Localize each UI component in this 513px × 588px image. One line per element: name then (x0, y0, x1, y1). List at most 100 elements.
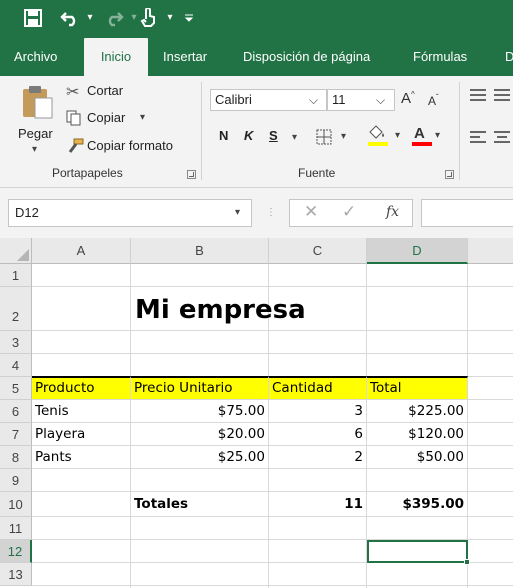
undo-icon[interactable] (60, 6, 84, 30)
header-cantidad[interactable]: Cantidad (269, 376, 367, 400)
row-header-7[interactable]: 7 (0, 423, 32, 446)
copy-label: Copiar (87, 110, 126, 125)
italic-button[interactable]: K (244, 128, 253, 143)
tab-insertar[interactable]: Insertar (163, 38, 207, 76)
paint-bucket-icon (369, 125, 384, 139)
font-color-swatch (412, 142, 432, 146)
font-color-icon: A (414, 125, 425, 142)
borders-button[interactable]: ▾ (316, 127, 350, 147)
cancel-entry-icon[interactable]: ✕ (304, 202, 318, 222)
row-header-13[interactable]: 13 (0, 563, 32, 586)
paste-dropdown-icon[interactable]: ▾ (32, 144, 37, 155)
insert-function-icon[interactable]: fx (386, 204, 399, 220)
row-header-8[interactable]: 8 (0, 446, 32, 469)
tab-disposicion-de-pagina[interactable]: Disposición de página (243, 38, 370, 76)
font-size-select[interactable]: 11 ⌵ (327, 89, 395, 111)
font-name-value: Calibri (215, 92, 252, 107)
clipboard-icon (23, 86, 53, 119)
column-header-b[interactable]: B (131, 238, 269, 264)
active-cell-d12[interactable] (367, 540, 468, 563)
bold-button[interactable]: N (219, 128, 228, 143)
touch-mode-icon[interactable] (140, 6, 162, 30)
row-header-12[interactable]: 12 (0, 540, 32, 563)
column-header-c[interactable]: C (269, 238, 367, 264)
cell-precio[interactable]: $75.00 (131, 400, 269, 423)
cell-producto[interactable]: Playera (32, 423, 131, 446)
column-header-d[interactable]: D (367, 238, 468, 264)
row-header-1[interactable]: 1 (0, 264, 32, 287)
row-header-4[interactable]: 4 (0, 354, 32, 377)
formula-input[interactable] (421, 199, 513, 227)
name-box-dropdown-icon[interactable]: ▾ (235, 200, 240, 226)
cell-cantidad[interactable]: 6 (269, 423, 367, 446)
align-left-icon[interactable] (470, 131, 486, 143)
formula-bar-grip-icon: ⋮ (266, 207, 276, 218)
underline-button[interactable]: S (269, 128, 278, 143)
clipboard-launcher-icon[interactable] (187, 170, 196, 179)
ribbon-tabs: Archivo Inicio Insertar Disposición de p… (0, 38, 513, 76)
undo-dropdown-icon[interactable]: ▾ (84, 6, 96, 30)
font-name-dropdown-icon[interactable]: ⌵ (309, 90, 318, 110)
cell-precio[interactable]: $25.00 (131, 446, 269, 469)
cell-producto[interactable]: Tenis (32, 400, 131, 423)
cut-label: Cortar (87, 83, 124, 98)
row-header-10[interactable]: 10 (0, 492, 32, 517)
font-color-dropdown-icon[interactable]: ▾ (435, 130, 440, 141)
cell-total[interactable]: $50.00 (367, 446, 468, 469)
totals-total[interactable]: $395.00 (367, 492, 468, 517)
cell-precio[interactable]: $20.00 (131, 423, 269, 446)
row-header-9[interactable]: 9 (0, 469, 32, 492)
row-header-3[interactable]: 3 (0, 331, 32, 354)
font-launcher-icon[interactable] (445, 170, 454, 179)
copy-dropdown-icon[interactable]: ▾ (140, 112, 145, 123)
font-size-value: 11 (332, 92, 346, 107)
font-name-select[interactable]: Calibri ⌵ (210, 89, 327, 111)
totals-label[interactable]: Totales (131, 492, 269, 517)
copy-icon (66, 110, 81, 126)
redo-icon[interactable] (104, 6, 128, 30)
align-top-icon[interactable] (470, 89, 486, 101)
paste-label: Pegar (18, 126, 53, 141)
header-precio-unitario[interactable]: Precio Unitario (131, 376, 269, 400)
save-icon[interactable] (24, 6, 46, 30)
totals-cantidad[interactable]: 11 (269, 492, 367, 517)
borders-dropdown-icon[interactable]: ▾ (341, 131, 346, 142)
cell-total[interactable]: $225.00 (367, 400, 468, 423)
sheet-title[interactable]: Mi empresa (135, 295, 306, 325)
font-color-button[interactable]: A ▾ (411, 125, 447, 149)
cell-cantidad[interactable]: 2 (269, 446, 367, 469)
cell-total[interactable]: $120.00 (367, 423, 468, 446)
header-total[interactable]: Total (367, 376, 468, 400)
copy-button[interactable]: Copiar ▾ (66, 109, 156, 129)
name-box[interactable]: D12 ▾ (8, 199, 252, 227)
fill-color-button[interactable]: ▾ (367, 125, 407, 149)
font-size-dropdown-icon[interactable]: ⌵ (376, 90, 385, 110)
confirm-entry-icon[interactable]: ✓ (342, 202, 356, 222)
align-center-h-icon[interactable] (494, 131, 510, 143)
column-header-a[interactable]: A (32, 238, 131, 264)
cell-cantidad[interactable]: 3 (269, 400, 367, 423)
cell-producto[interactable]: Pants (32, 446, 131, 469)
row-header-11[interactable]: 11 (0, 517, 32, 540)
decrease-font-size-button[interactable]: Aˇ (428, 93, 439, 108)
header-producto[interactable]: Producto (32, 376, 131, 400)
row-header-2[interactable]: 2 (0, 287, 32, 331)
customize-qat-icon[interactable] (184, 6, 198, 30)
select-all-corner[interactable] (0, 238, 32, 264)
tab-inicio[interactable]: Inicio (84, 38, 148, 76)
align-center-icon[interactable] (494, 89, 510, 101)
touch-dropdown-icon[interactable]: ▾ (164, 6, 176, 30)
format-painter-icon (68, 138, 84, 153)
tab-formulas[interactable]: Fórmulas (413, 38, 467, 76)
font-group-label: Fuente (298, 166, 336, 180)
row-header-6[interactable]: 6 (0, 400, 32, 423)
paste-button[interactable]: Pegar ▾ (14, 82, 60, 158)
fill-color-dropdown-icon[interactable]: ▾ (395, 130, 400, 141)
increase-font-size-button[interactable]: A^ (401, 90, 415, 107)
row-header-5[interactable]: 5 (0, 377, 32, 400)
redo-dropdown-icon[interactable]: ▾ (128, 6, 140, 30)
tab-archivo[interactable]: Archivo (14, 38, 57, 76)
fill-handle[interactable] (464, 559, 470, 565)
tab-datos[interactable]: D (505, 38, 513, 76)
underline-dropdown-icon[interactable]: ▾ (292, 132, 297, 143)
